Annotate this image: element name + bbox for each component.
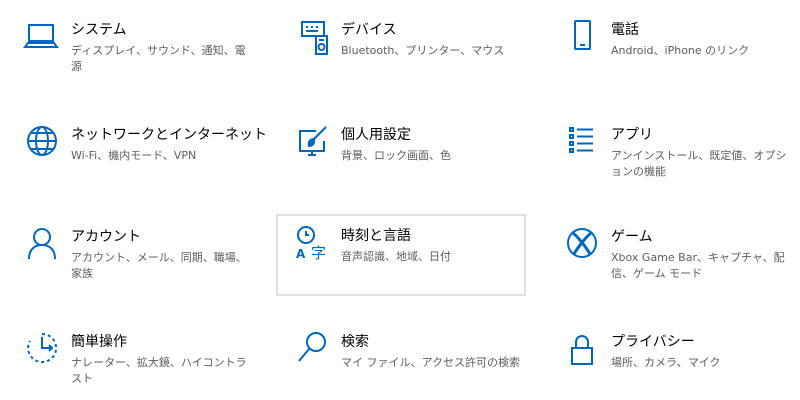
tile-description: アンインストール、既定値、オプションの機能	[611, 149, 787, 178]
globe-icon	[22, 121, 62, 161]
tile-title: アプリ	[611, 127, 653, 143]
tile-personalization[interactable]: 個人用設定 背景、ロック画面、色	[276, 113, 526, 195]
tile-description: マイ ファイル、アクセス許可の検索	[341, 356, 520, 369]
tile-title: プライバシー	[611, 334, 695, 350]
tile-description: ナレーター、拡大鏡、ハイコントラスト	[71, 356, 247, 385]
tile-description: アカウント、メール、同期、職場、家族	[71, 251, 247, 280]
tile-search[interactable]: 検索 マイ ファイル、アクセス許可の検索	[276, 320, 526, 400]
svg-text:字: 字	[311, 244, 326, 262]
tile-ease-of-access[interactable]: 簡単操作 ナレーター、拡大鏡、ハイコントラスト	[6, 320, 256, 400]
tile-description: 場所、カメラ、マイク	[611, 356, 721, 369]
svg-text:A: A	[296, 247, 306, 261]
tile-accounts[interactable]: アカウント アカウント、メール、同期、職場、家族	[6, 215, 256, 297]
tile-privacy[interactable]: プライバシー 場所、カメラ、マイク	[546, 320, 796, 400]
tile-title: ネットワークとインターネット	[71, 127, 267, 143]
tile-description: Wi-Fi、機内モード、VPN	[71, 149, 197, 162]
tile-title: ゲーム	[611, 229, 653, 245]
tile-description: 音声認識、地域、日付	[341, 250, 451, 263]
tile-description: 背景、ロック画面、色	[341, 149, 451, 162]
personalization-icon	[292, 121, 332, 161]
tile-system[interactable]: システム ディスプレイ、サウンド、通知、電源	[6, 8, 256, 90]
tile-gaming[interactable]: ゲーム Xbox Game Bar、キャプチャ、配信、ゲーム モード	[546, 215, 796, 297]
tile-description: Bluetooth、プリンター、マウス	[341, 44, 505, 57]
tile-title: 時刻と言語	[341, 228, 411, 244]
tile-title: デバイス	[341, 22, 397, 38]
xbox-icon	[562, 223, 602, 263]
search-icon	[292, 328, 332, 368]
tile-description: ディスプレイ、サウンド、通知、電源	[71, 44, 246, 73]
settings-grid: システム ディスプレイ、サウンド、通知、電源 デバイス Bluetooth、プリ…	[0, 0, 800, 400]
tile-title: 簡単操作	[71, 334, 127, 350]
time-language-icon: A 字	[292, 222, 332, 262]
laptop-icon	[22, 16, 62, 56]
tile-title: 電話	[611, 22, 639, 38]
tile-title: 検索	[341, 334, 369, 350]
tile-description: Android、iPhone のリンク	[611, 44, 750, 57]
ease-of-access-icon	[22, 328, 62, 368]
phone-icon	[562, 16, 602, 56]
tile-phone[interactable]: 電話 Android、iPhone のリンク	[546, 8, 796, 90]
person-icon	[22, 223, 62, 263]
tile-title: 個人用設定	[341, 127, 411, 143]
tile-title: システム	[71, 22, 127, 38]
apps-list-icon	[562, 121, 602, 161]
tile-network[interactable]: ネットワークとインターネット Wi-Fi、機内モード、VPN	[6, 113, 267, 195]
lock-icon	[562, 328, 602, 368]
tile-title: アカウント	[71, 229, 141, 245]
tile-description: Xbox Game Bar、キャプチャ、配信、ゲーム モード	[611, 251, 785, 280]
tile-time-language[interactable]: A 字 時刻と言語 音声認識、地域、日付	[276, 214, 526, 296]
tile-devices[interactable]: デバイス Bluetooth、プリンター、マウス	[276, 8, 526, 90]
devices-icon	[292, 16, 332, 56]
tile-apps[interactable]: アプリ アンインストール、既定値、オプションの機能	[546, 113, 796, 195]
